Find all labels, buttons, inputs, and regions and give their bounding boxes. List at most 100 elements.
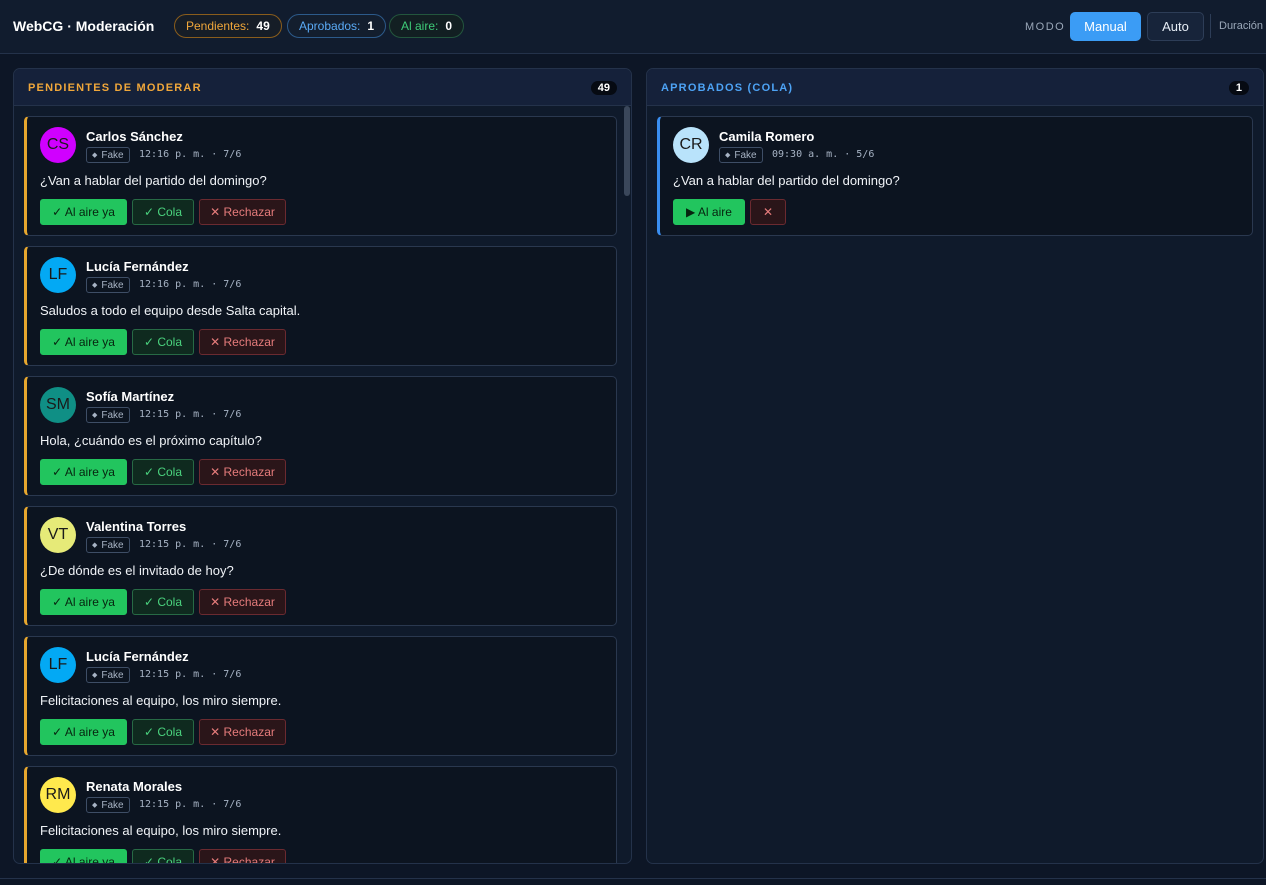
- pending-scrollbar[interactable]: [624, 106, 630, 196]
- message-text: ¿Van a hablar del partido del domingo?: [40, 173, 267, 188]
- pending-panel-header: PENDIENTES DE MODERAR 49: [14, 69, 631, 106]
- approved-card: CR Camila Romero ◆ Fake 09:30 a. m. · 5/6 ¿Va…: [657, 116, 1253, 236]
- on-air-now-button[interactable]: ✓ Al aire ya: [40, 459, 127, 485]
- message-text: ¿Van a hablar del partido del domingo?: [673, 173, 900, 188]
- pending-count-badge: 49: [590, 81, 617, 95]
- message-timestamp: 12:15 p. m. · 7/6: [139, 409, 242, 420]
- diamond-icon: ◆: [92, 412, 98, 419]
- queue-button[interactable]: ✓ Cola: [132, 589, 194, 615]
- queue-button[interactable]: ✓ Cola: [132, 719, 194, 745]
- app-title: WebCG · Moderación: [13, 18, 155, 34]
- onair-stat-label: Al aire:: [401, 19, 439, 33]
- message-timestamp: 12:16 p. m. · 7/6: [139, 279, 242, 290]
- pending-stat-label: Pendientes:: [186, 19, 250, 33]
- author-name: Carlos Sánchez: [86, 129, 183, 144]
- pending-panel: PENDIENTES DE MODERAR 49 CS Carlos Sánche…: [13, 68, 632, 864]
- approved-panel-header: APROBADOS (COLA) 1: [647, 69, 1263, 106]
- pending-list[interactable]: CS Carlos Sánchez ◆ Fake 12:16 p. m. · 7/6 ¿V…: [14, 106, 631, 863]
- message-text: Hola, ¿cuándo es el próximo capítulo?: [40, 433, 262, 448]
- avatar: VT: [40, 517, 76, 553]
- avatar: LF: [40, 647, 76, 683]
- message-timestamp: 12:15 p. m. · 7/6: [139, 539, 242, 550]
- author-name: Renata Morales: [86, 779, 183, 794]
- message-timestamp: 09:30 a. m. · 5/6: [772, 149, 875, 160]
- reject-button[interactable]: ✕ Rechazar: [199, 329, 286, 355]
- approved-list[interactable]: CR Camila Romero ◆ Fake 09:30 a. m. · 5/6 ¿Va…: [647, 106, 1263, 863]
- reject-button[interactable]: ✕ Rechazar: [199, 199, 286, 225]
- author-name: Lucía Fernández: [86, 259, 189, 274]
- reject-button[interactable]: ✕ Rechazar: [199, 849, 286, 863]
- message-text: Saludos a todo el equipo desde Salta cap…: [40, 303, 301, 318]
- on-air-now-button[interactable]: ✓ Al aire ya: [40, 849, 127, 863]
- pending-stat-badge: Pendientes: 49: [174, 14, 282, 38]
- top-bar: WebCG · Moderación Pendientes: 49 Aproba…: [0, 0, 1266, 54]
- author-name: Lucía Fernández: [86, 649, 189, 664]
- message-text: Felicitaciones al equipo, los miro siemp…: [40, 693, 282, 708]
- source-tag: ◆ Fake: [86, 407, 130, 423]
- source-tag: ◆ Fake: [719, 147, 763, 163]
- mode-manual-button[interactable]: Manual: [1070, 12, 1141, 41]
- on-air-now-button[interactable]: ✓ Al aire ya: [40, 719, 127, 745]
- source-tag: ◆ Fake: [86, 277, 130, 293]
- message-text: Felicitaciones al equipo, los miro siemp…: [40, 823, 282, 838]
- approved-stat-label: Aprobados:: [299, 19, 361, 33]
- approved-panel: APROBADOS (COLA) 1 CR Camila Romero ◆ Fake 0…: [646, 68, 1264, 864]
- mode-auto-button[interactable]: Auto: [1147, 12, 1204, 41]
- source-label: Fake: [101, 149, 124, 161]
- diamond-icon: ◆: [92, 282, 98, 289]
- queue-button[interactable]: ✓ Cola: [132, 849, 194, 863]
- duration-label: Duración: [1219, 20, 1264, 32]
- pending-card: CS Carlos Sánchez ◆ Fake 12:16 p. m. · 7/6 ¿V…: [24, 116, 617, 236]
- pending-card: LF Lucía Fernández ◆ Fake 12:15 p. m. · 7/6 F…: [24, 636, 617, 756]
- source-tag: ◆ Fake: [86, 667, 130, 683]
- avatar: CR: [673, 127, 709, 163]
- on-air-now-button[interactable]: ✓ Al aire ya: [40, 589, 127, 615]
- remove-button[interactable]: ✕: [750, 199, 786, 225]
- message-timestamp: 12:15 p. m. · 7/6: [139, 799, 242, 810]
- approved-stat-count: 1: [367, 19, 375, 33]
- source-label: Fake: [101, 539, 124, 551]
- reject-button[interactable]: ✕ Rechazar: [199, 459, 286, 485]
- pending-stat-count: 49: [256, 19, 270, 33]
- on-air-now-button[interactable]: ✓ Al aire ya: [40, 329, 127, 355]
- diamond-icon: ◆: [92, 672, 98, 679]
- queue-button[interactable]: ✓ Cola: [132, 459, 194, 485]
- approved-panel-title: APROBADOS (COLA): [661, 82, 794, 94]
- diamond-icon: ◆: [92, 542, 98, 549]
- source-tag: ◆ Fake: [86, 147, 130, 163]
- pending-card: VT Valentina Torres ◆ Fake 12:15 p. m. · 7/6…: [24, 506, 617, 626]
- avatar: LF: [40, 257, 76, 293]
- source-label: Fake: [101, 409, 124, 421]
- pending-card: LF Lucía Fernández ◆ Fake 12:16 p. m. · 7/6 S…: [24, 246, 617, 366]
- footer-divider: [0, 878, 1266, 879]
- onair-stat-badge: Al aire: 0: [389, 14, 465, 38]
- topbar-divider: [1210, 14, 1211, 38]
- source-label: Fake: [101, 279, 124, 291]
- avatar: SM: [40, 387, 76, 423]
- queue-button[interactable]: ✓ Cola: [132, 329, 194, 355]
- author-name: Valentina Torres: [86, 519, 187, 534]
- message-text: ¿De dónde es el invitado de hoy?: [40, 563, 234, 578]
- source-label: Fake: [734, 149, 757, 161]
- source-tag: ◆ Fake: [86, 797, 130, 813]
- reject-button[interactable]: ✕ Rechazar: [199, 589, 286, 615]
- diamond-icon: ◆: [92, 802, 98, 809]
- on-air-button[interactable]: ▶ Al aire: [673, 199, 745, 225]
- message-timestamp: 12:16 p. m. · 7/6: [139, 149, 242, 160]
- source-label: Fake: [101, 799, 124, 811]
- reject-button[interactable]: ✕ Rechazar: [199, 719, 286, 745]
- author-name: Sofía Martínez: [86, 389, 175, 404]
- onair-stat-count: 0: [445, 19, 453, 33]
- diamond-icon: ◆: [92, 152, 98, 159]
- queue-button[interactable]: ✓ Cola: [132, 199, 194, 225]
- on-air-now-button[interactable]: ✓ Al aire ya: [40, 199, 127, 225]
- diamond-icon: ◆: [725, 152, 731, 159]
- pending-panel-title: PENDIENTES DE MODERAR: [28, 82, 202, 94]
- avatar: RM: [40, 777, 76, 813]
- mode-label: MODO: [1025, 21, 1066, 33]
- pending-card: RM Renata Morales ◆ Fake 12:15 p. m. · 7/6 Fe…: [24, 766, 617, 863]
- author-name: Camila Romero: [719, 129, 815, 144]
- approved-stat-badge: Aprobados: 1: [287, 14, 387, 38]
- approved-count-badge: 1: [1228, 81, 1249, 95]
- pending-card: SM Sofía Martínez ◆ Fake 12:15 p. m. · 7/6 Ho…: [24, 376, 617, 496]
